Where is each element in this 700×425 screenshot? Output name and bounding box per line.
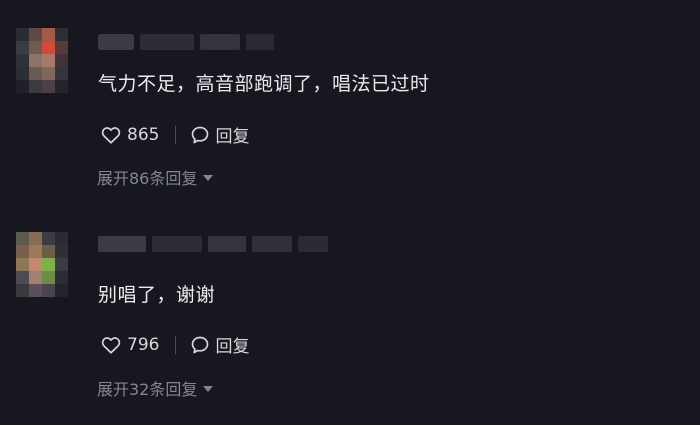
- avatar-pixel: [29, 80, 42, 93]
- like-button[interactable]: 796: [101, 335, 159, 355]
- avatar-pixel: [42, 80, 55, 93]
- avatar-pixel: [42, 232, 55, 245]
- expand-replies-button[interactable]: 展开32条回复: [97, 376, 214, 400]
- avatar-pixel: [16, 28, 29, 41]
- heart-icon: [101, 336, 121, 354]
- avatar-pixel: [55, 80, 68, 93]
- avatar[interactable]: [16, 28, 68, 93]
- avatar-pixel: [55, 54, 68, 67]
- like-count: 865: [127, 124, 160, 145]
- avatar-pixel: [42, 67, 55, 80]
- avatar-pixel: [42, 245, 55, 258]
- avatar-pixel: [29, 41, 42, 54]
- avatar-pixel: [42, 54, 55, 67]
- reply-button[interactable]: 回复: [190, 332, 249, 357]
- username-blurred[interactable]: [98, 34, 274, 50]
- expand-replies-label: 展开32条回复: [97, 380, 198, 399]
- avatar-pixel: [42, 284, 55, 297]
- avatar[interactable]: [16, 232, 68, 297]
- like-button[interactable]: 865: [101, 125, 159, 145]
- avatar-pixel: [16, 54, 29, 67]
- username-blurred[interactable]: [98, 236, 328, 252]
- avatar-pixel: [42, 28, 55, 41]
- avatar-pixel: [55, 271, 68, 284]
- caret-down-icon: [203, 386, 214, 392]
- heart-icon: [101, 126, 121, 144]
- avatar-pixel: [42, 258, 55, 271]
- avatar-pixel: [29, 284, 42, 297]
- avatar-pixel: [29, 67, 42, 80]
- expand-replies-button[interactable]: 展开86条回复: [97, 165, 214, 189]
- reply-button[interactable]: 回复: [190, 122, 249, 147]
- reply-label: 回复: [215, 337, 250, 357]
- expand-replies-label: 展开86条回复: [97, 169, 198, 188]
- avatar-pixel: [16, 258, 29, 271]
- avatar-pixel: [55, 41, 68, 54]
- avatar-pixel: [29, 28, 42, 41]
- avatar-pixel: [55, 232, 68, 245]
- divider: [175, 335, 177, 354]
- avatar-pixel: [29, 271, 42, 284]
- avatar-pixel: [42, 41, 55, 54]
- avatar-pixel: [16, 232, 29, 245]
- comment-actions: 796 回复: [101, 332, 249, 357]
- comment-text: 气力不足，高音部跑调了，唱法已过时: [98, 73, 430, 95]
- avatar-pixel: [29, 245, 42, 258]
- comment-actions: 865 回复: [101, 122, 249, 147]
- avatar-pixel: [29, 232, 42, 245]
- avatar-pixel: [42, 271, 55, 284]
- reply-label: 回复: [215, 127, 250, 147]
- avatar-pixel: [55, 245, 68, 258]
- avatar-pixel: [29, 54, 42, 67]
- avatar-pixel: [29, 258, 42, 271]
- divider: [175, 125, 177, 144]
- avatar-pixel: [55, 67, 68, 80]
- avatar-pixel: [16, 271, 29, 284]
- avatar-pixel: [16, 41, 29, 54]
- comment-bubble-icon: [190, 125, 210, 145]
- avatar-pixel: [55, 284, 68, 297]
- caret-down-icon: [203, 175, 214, 181]
- avatar-pixel: [16, 80, 29, 93]
- avatar-pixel: [16, 245, 29, 258]
- avatar-pixel: [55, 258, 68, 271]
- avatar-pixel: [16, 67, 29, 80]
- avatar-pixel: [16, 284, 29, 297]
- like-count: 796: [127, 334, 160, 355]
- comment-bubble-icon: [190, 335, 210, 355]
- comment-text: 别唱了，谢谢: [98, 284, 216, 306]
- avatar-pixel: [55, 28, 68, 41]
